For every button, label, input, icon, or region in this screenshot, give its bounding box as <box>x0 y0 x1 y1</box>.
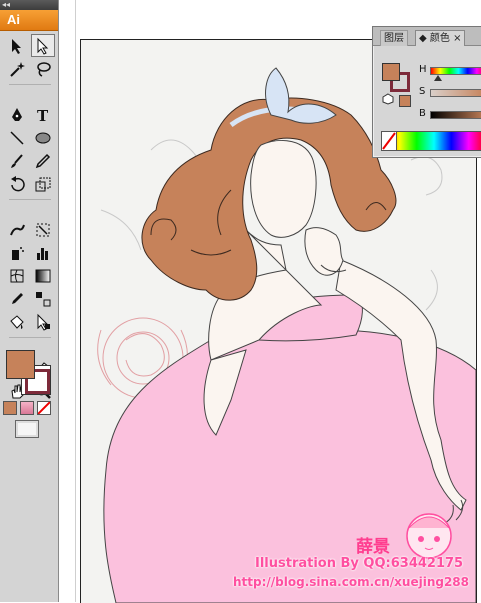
type-tool-button[interactable]: T <box>31 103 55 126</box>
magic-wand-tool-icon <box>10 61 25 77</box>
eyedropper-tool-button[interactable] <box>5 287 29 310</box>
app-logo: Ai <box>0 10 58 31</box>
gradient-tool-icon <box>35 269 51 282</box>
slider-b-label: B <box>419 108 426 119</box>
hue-slider[interactable] <box>430 67 481 75</box>
credit-line-2: http://blog.sina.com.cn/xuejing288 <box>233 575 470 589</box>
tool-separator <box>9 199 51 200</box>
column-graph-tool-icon <box>37 247 48 260</box>
out-of-gamut-cube-icon <box>382 93 394 105</box>
credit-line-1: Illustration By QQ:63442175 <box>255 556 464 571</box>
hue-slider-thumb[interactable] <box>434 75 442 81</box>
rotate-tool-button[interactable] <box>5 172 29 195</box>
symbol-sprayer-tool-icon <box>12 246 24 260</box>
ellipse-tool-icon <box>35 132 51 143</box>
brightness-slider[interactable] <box>430 111 481 119</box>
live-paint-bucket-tool-button[interactable] <box>5 310 29 333</box>
pencil-tool-button[interactable] <box>31 149 55 172</box>
tool-grid: T <box>0 31 58 402</box>
free-transform-tool-button[interactable] <box>31 218 55 241</box>
page-boundary <box>75 0 76 602</box>
tab-color-close-icon[interactable]: × <box>453 33 461 44</box>
paintbrush-tool-button[interactable] <box>5 149 29 172</box>
gradient-mode-button[interactable] <box>20 401 34 415</box>
selection-tool-icon <box>12 38 21 54</box>
scale-tool-button[interactable] <box>31 172 55 195</box>
warp-tool-icon <box>10 224 25 235</box>
screen-mode-button[interactable] <box>15 420 39 438</box>
tab-color-expand-icon: ◆ <box>419 33 427 44</box>
mesh-tool-button[interactable] <box>5 264 29 287</box>
free-transform-tool-icon <box>36 223 50 236</box>
none-mode-button[interactable] <box>37 401 51 415</box>
direct-selection-tool-icon <box>37 37 49 55</box>
direct-selection-tool-button[interactable] <box>31 34 55 57</box>
svg-text:T: T <box>37 107 49 124</box>
face <box>250 139 317 238</box>
color-panel: 图层 ◆ 颜色 × H S B <box>372 26 481 158</box>
scale-tool-icon <box>35 177 51 191</box>
fill-stroke-controls <box>5 348 53 396</box>
tab-layers[interactable]: 图层 <box>380 30 408 46</box>
live-paint-bucket-tool-icon <box>10 314 24 329</box>
rotate-tool-icon <box>11 175 25 191</box>
fill-swatch[interactable] <box>6 350 35 379</box>
lasso-tool-icon <box>37 61 51 77</box>
hair-bow <box>265 67 337 124</box>
pen-tool-icon <box>12 107 22 121</box>
lasso-tool-button[interactable] <box>31 57 55 80</box>
live-paint-selection-tool-icon <box>37 313 50 331</box>
ellipse-tool-button[interactable] <box>31 126 55 149</box>
gradient-tool-button[interactable] <box>31 264 55 287</box>
warp-tool-button[interactable] <box>5 218 29 241</box>
magic-wand-tool-button[interactable] <box>5 57 29 80</box>
blend-tool-button[interactable] <box>31 287 55 310</box>
panel-grip[interactable]: ◂◂ <box>0 0 58 10</box>
line-segment-tool-button[interactable] <box>5 126 29 149</box>
column-graph-tool-button[interactable] <box>31 241 55 264</box>
panel-fill-swatch[interactable] <box>382 63 400 81</box>
tab-color-label: 颜色 <box>429 33 450 44</box>
symbol-sprayer-tool-button[interactable] <box>5 241 29 264</box>
saturation-slider[interactable] <box>430 89 481 97</box>
paintbrush-tool-icon <box>11 153 23 168</box>
line-segment-tool-icon <box>10 130 24 145</box>
pen-tool-button[interactable] <box>5 103 29 126</box>
none-color-swatch[interactable] <box>381 131 397 151</box>
selection-tool-button[interactable] <box>5 34 29 57</box>
pencil-tool-icon <box>35 153 51 168</box>
tab-color[interactable]: ◆ 颜色 × <box>415 30 466 46</box>
type-tool-icon: T <box>37 107 49 124</box>
mesh-tool-icon <box>10 269 24 282</box>
eyedropper-tool-icon <box>12 292 23 304</box>
slider-h-label: H <box>419 64 427 75</box>
signature-chinese: 薛景 <box>356 537 390 557</box>
slider-s-label: S <box>419 86 426 97</box>
panel-small-fill-swatch[interactable] <box>399 95 411 107</box>
live-paint-selection-tool-button[interactable] <box>31 310 55 333</box>
color-mode-row <box>3 401 51 415</box>
tool-separator <box>9 337 51 338</box>
tools-panel: ◂◂ Ai T <box>0 0 59 602</box>
blend-tool-icon <box>36 291 51 306</box>
tool-separator <box>9 84 51 85</box>
panel-tab-bar: 图层 ◆ 颜色 × <box>373 27 481 46</box>
color-mode-button[interactable] <box>3 401 17 415</box>
